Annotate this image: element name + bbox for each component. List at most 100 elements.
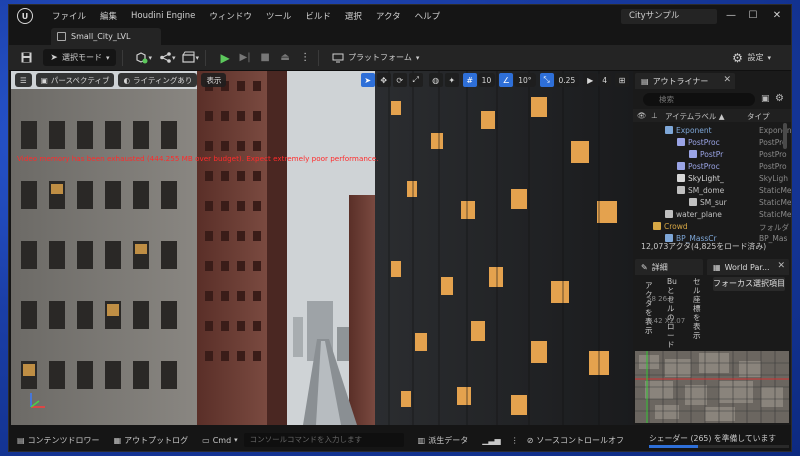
outliner-row[interactable]: SM_dome [677, 184, 724, 196]
grid-snap-value[interactable]: 10 [477, 73, 496, 87]
chevron-down-icon: ▾ [148, 53, 153, 62]
add-actor-button[interactable]: ▾ [135, 49, 153, 67]
outliner-row[interactable]: SkyLight_ [677, 172, 724, 184]
maximize-button[interactable]: ☐ [741, 8, 765, 24]
grid-snap-icon[interactable]: # [462, 73, 477, 87]
content-drawer-button[interactable]: ▤ コンテンツドロワー [17, 435, 100, 446]
menu-houdini[interactable]: Houdini Engine [124, 11, 202, 21]
close-button[interactable]: ✕ [765, 8, 789, 24]
platform-dropdown[interactable]: プラットフォーム ▾ [331, 49, 419, 67]
column-label-header[interactable]: アイテムラベル ▲ [665, 111, 725, 122]
surface-snap-icon[interactable]: ✦ [444, 73, 459, 87]
world-partition-minimap[interactable] [635, 351, 789, 423]
rotation-snap-value[interactable]: 10° [514, 73, 536, 87]
world-partition-tab[interactable]: ▦ World Par... ✕ [707, 259, 789, 275]
show-dropdown[interactable]: 表示 [201, 73, 227, 87]
close-icon[interactable]: ✕ [723, 75, 731, 85]
rotation-snap-icon[interactable]: ∠ [499, 73, 514, 87]
select-tool-icon[interactable]: ➤ [360, 73, 375, 87]
column-type-header[interactable]: タイプ [747, 111, 770, 122]
play-button[interactable]: ▶ [218, 49, 232, 67]
outliner-row-type: フォルダ [759, 223, 789, 232]
toolbar-separator [121, 49, 123, 66]
log-icon: ▦ [113, 435, 122, 445]
eject-button[interactable]: ⏏ [278, 49, 292, 67]
scale-snap-value[interactable]: 0.25 [554, 73, 580, 87]
blueprint-button[interactable]: ▾ [158, 49, 176, 67]
outliner-row-label: SM_dome [688, 185, 725, 195]
title-bar: U ファイル 編集 Houdini Engine ウィンドウ ツール ビルド 選… [9, 5, 791, 27]
show-actors-label: アクタを表示 [645, 281, 653, 335]
rotate-tool-icon[interactable]: ⟳ [392, 73, 407, 87]
perspective-dropdown[interactable]: ▣ パースペクティブ [35, 73, 115, 87]
blueprint-icon [158, 51, 172, 65]
cinematics-button[interactable]: ▾ [182, 49, 199, 67]
layout-icon[interactable]: ⊞ [615, 73, 629, 87]
focus-selection-button[interactable]: フォーカス選択項目 [713, 277, 785, 291]
outliner-row[interactable]: Crowd [653, 220, 688, 232]
lighting-dropdown[interactable]: ◐ ライティングあり [118, 73, 198, 87]
eject-icon: ⏏ [280, 52, 290, 63]
stats-icon[interactable]: ▁▃▅ [482, 436, 500, 445]
outliner-tab[interactable]: ▤ アウトライナー ✕ [635, 73, 735, 89]
unreal-logo-icon: U [17, 8, 33, 24]
chevron-down-icon: ▾ [415, 53, 420, 62]
select-mode-dropdown[interactable]: ➤ 選択モード ▾ [43, 49, 116, 66]
menu-build[interactable]: ビルド [298, 10, 338, 22]
menu-edit[interactable]: 編集 [93, 10, 124, 22]
pin-icon[interactable]: ⊥ [651, 111, 658, 120]
outliner-scrollbar[interactable] [783, 123, 787, 149]
save-icon [19, 51, 33, 65]
menu-actor[interactable]: アクタ [369, 10, 408, 22]
derived-data-button[interactable]: ▥ 派生データ [418, 435, 469, 446]
add-cube-icon [135, 51, 149, 65]
actor-icon [677, 174, 685, 182]
outliner-search-input[interactable]: 検索 [643, 93, 755, 106]
outliner-row[interactable]: Exponent [665, 124, 712, 136]
outliner-row-type: PostPro [759, 150, 787, 159]
details-tab[interactable]: ✎ 詳細 [635, 259, 703, 275]
more-vertical-icon[interactable]: ⋮ [511, 436, 519, 445]
outliner-row[interactable]: PostPr [689, 148, 723, 160]
play-options-button[interactable]: ⋮ [298, 49, 312, 67]
level-viewport[interactable]: ☰ ▣ パースペクティブ ◐ ライティングあり 表示 ➤ ✥ ⟳ ⤢ ◍ ✦ #… [11, 71, 633, 425]
outliner-row-type: StaticMe [759, 186, 792, 195]
actor-icon [689, 198, 697, 206]
outliner-row[interactable]: PostProc [677, 136, 720, 148]
menu-help[interactable]: ヘルプ [408, 10, 448, 22]
scale-tool-icon[interactable]: ⤢ [408, 73, 423, 87]
stop-button[interactable]: ■ [258, 49, 272, 67]
eye-icon[interactable]: 👁 [637, 111, 647, 120]
level-tab[interactable]: Small_City_LVL [51, 28, 161, 45]
outliner-row[interactable]: PostProc [677, 160, 720, 172]
viewport-toolbar: ☰ ▣ パースペクティブ ◐ ライティングあり 表示 ➤ ✥ ⟳ ⤢ ◍ ✦ #… [11, 71, 633, 89]
step-icon: ▶| [239, 52, 251, 63]
minimize-button[interactable]: — [719, 8, 743, 24]
camera-speed-icon[interactable]: ▶ [583, 73, 598, 87]
menu-select[interactable]: 選択 [338, 10, 369, 22]
camera-speed-value[interactable]: 4 [598, 73, 611, 87]
world-local-icon[interactable]: ◍ [428, 73, 443, 87]
move-tool-icon[interactable]: ✥ [376, 73, 391, 87]
cmd-dropdown[interactable]: ▭ Cmd ▾ [202, 436, 238, 445]
chevron-down-icon: ▾ [106, 53, 110, 62]
output-log-button[interactable]: ▦ アウトプットログ [114, 435, 189, 446]
save-button[interactable] [19, 49, 33, 67]
axis-gizmo-icon [30, 393, 45, 408]
step-button[interactable]: ▶| [238, 49, 252, 67]
menu-file[interactable]: ファイル [45, 10, 93, 22]
source-control-button[interactable]: ⊘ ソースコントロールオフ [527, 435, 624, 446]
menu-tools[interactable]: ツール [259, 10, 299, 22]
chevron-down-icon: ▾ [172, 53, 176, 62]
viewport-menu-button[interactable]: ☰ [15, 73, 32, 87]
outliner-row[interactable]: SM_sur [689, 196, 727, 208]
menu-window[interactable]: ウィンドウ [202, 10, 259, 22]
gear-icon[interactable]: ⚙ [775, 93, 784, 104]
settings-dropdown[interactable]: ⚙ 設定 ▾ [730, 49, 771, 67]
content-drawer-label: コンテンツドロワー [27, 435, 100, 445]
outliner-row[interactable]: water_plane [665, 208, 722, 220]
add-folder-icon[interactable]: ▣ [761, 94, 770, 104]
scale-snap-icon[interactable]: ⤡ [539, 73, 554, 87]
console-command-input[interactable]: コンソールコマンドを入力します [243, 433, 404, 447]
close-icon[interactable]: ✕ [777, 261, 785, 271]
